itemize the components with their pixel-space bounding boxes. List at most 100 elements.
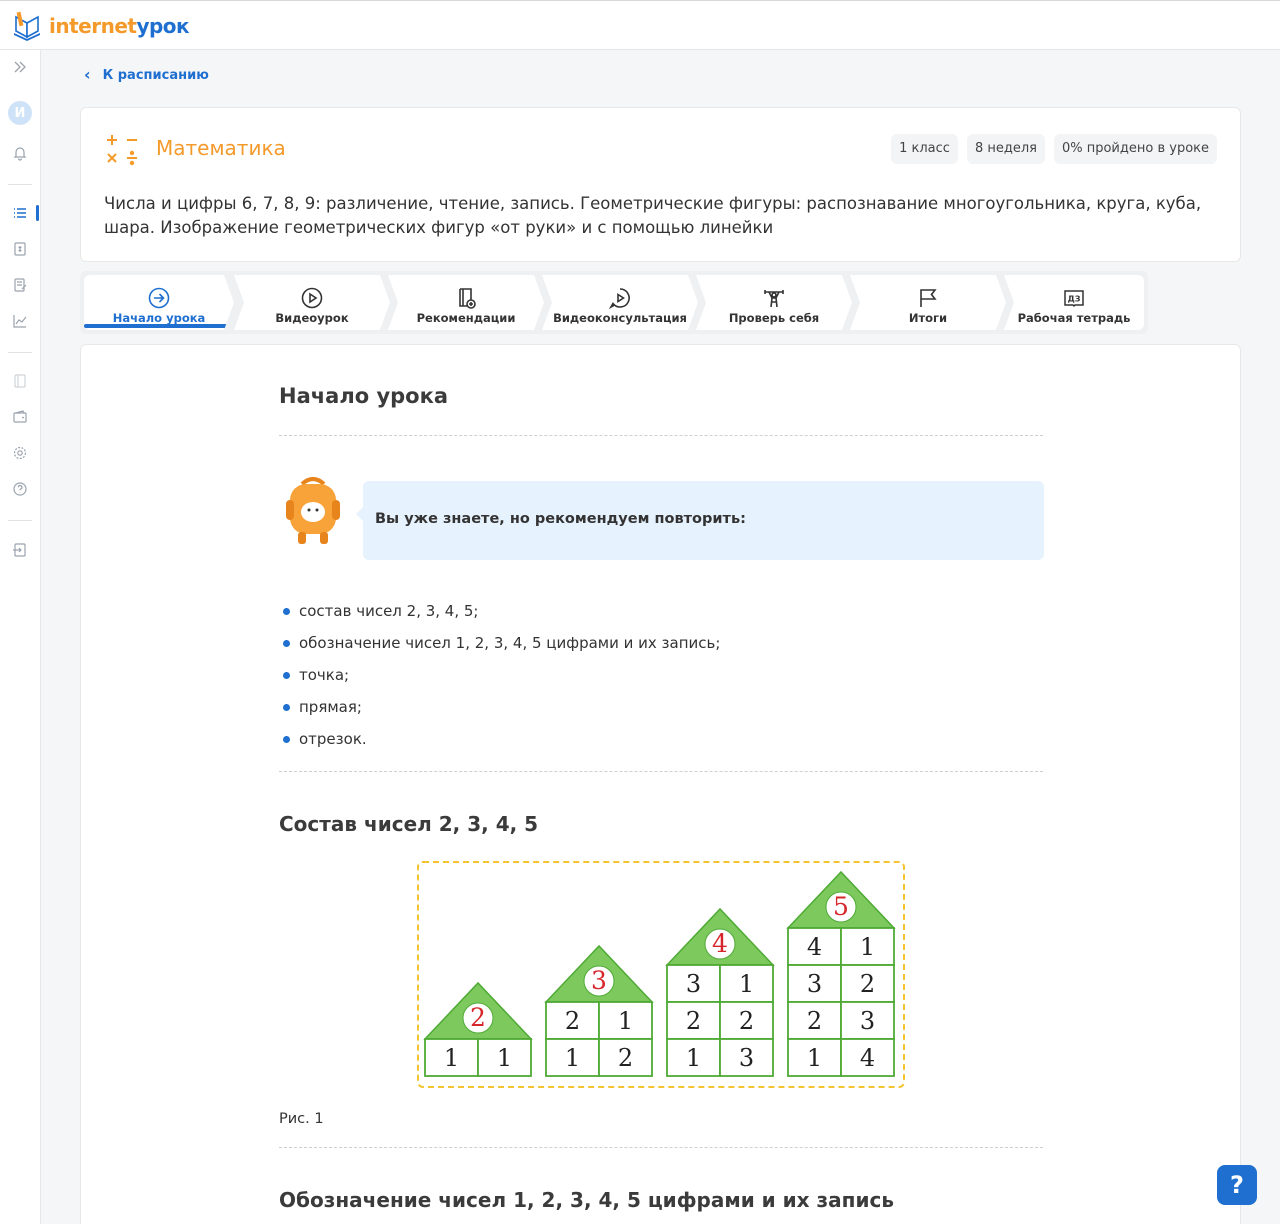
avatar[interactable]: И <box>8 101 32 125</box>
review-list: состав чисел 2, 3, 4, 5; обозначение чис… <box>281 603 720 763</box>
house-cell-number: 3 <box>860 1007 875 1035</box>
tab-label: Проверь себя <box>728 311 820 325</box>
help-circle-icon[interactable] <box>11 480 29 498</box>
house-cell-number: 2 <box>739 1007 754 1035</box>
lesson-chips: 1 класс 8 неделя 0% пройдено в уроке <box>891 134 1217 164</box>
house-cell-number: 1 <box>807 1044 822 1072</box>
house-cell-number: 2 <box>807 1007 822 1035</box>
house-cell-number: 1 <box>497 1044 512 1072</box>
svg-text:ДЗ: ДЗ <box>1068 295 1081 304</box>
tab-label: Начало урока <box>112 311 206 325</box>
roof-number: 3 <box>591 966 607 995</box>
help-button[interactable]: ? <box>1217 1165 1257 1205</box>
week-chip: 8 неделя <box>966 134 1045 164</box>
house-cell-number: 1 <box>739 970 754 998</box>
lesson-tabs: Начало урока Видеоурок Рекомендации Виде… <box>80 271 1148 334</box>
recommendation-text: Вы уже знаете, но рекомендуем повторить: <box>375 511 746 527</box>
tab-self-check[interactable]: Проверь себя <box>696 275 852 330</box>
progress-chart-icon[interactable] <box>11 312 29 330</box>
dz-book-icon: ДЗ <box>1064 290 1084 308</box>
house-cell-number: 3 <box>686 970 701 998</box>
settings-gear-icon[interactable] <box>11 444 29 462</box>
section-heading: Состав чисел 2, 3, 4, 5 <box>279 812 539 836</box>
house-cell-number: 2 <box>860 970 875 998</box>
lesson-description: Числа и цифры 6, 7, 8, 9: различение, чт… <box>104 194 1202 237</box>
math-operations-icon <box>107 135 137 166</box>
sidebar-divider <box>8 520 32 521</box>
backpack-mascot-icon <box>286 477 340 544</box>
house-cell-number: 3 <box>807 970 822 998</box>
back-to-schedule-link[interactable]: ‹ К расписанию <box>84 67 209 83</box>
recommendation-bubble: Вы уже знаете, но рекомендуем повторить: <box>356 481 1044 560</box>
logo[interactable]: internetурок <box>11 11 190 41</box>
house-cell-number: 4 <box>860 1044 875 1072</box>
house-cell-number: 1 <box>686 1044 701 1072</box>
list-item: точка; <box>281 667 720 699</box>
house-cell-number: 2 <box>565 1007 580 1035</box>
chevron-left-icon: ‹ <box>84 65 91 84</box>
flag-icon <box>920 289 937 307</box>
logo-text-part2: урок <box>136 14 190 38</box>
house-cell-number: 3 <box>739 1044 754 1072</box>
tab-label: Итоги <box>908 311 948 325</box>
tab-label: Рекомендации <box>416 311 516 325</box>
house-cell-number: 1 <box>565 1044 580 1072</box>
lesson-content: Начало урока Вы уже знаете, но рекоменду… <box>80 344 1241 1224</box>
section-heading: Обозначение чисел 1, 2, 3, 4, 5 цифрами … <box>279 1188 894 1212</box>
homework-icon[interactable] <box>11 276 29 294</box>
logout-icon[interactable] <box>11 541 29 559</box>
tab-workbook[interactable]: ДЗ Рабочая тетрадь <box>1004 275 1144 330</box>
number-houses-figure: 211321124312213541322314 <box>417 861 905 1088</box>
weightlifter-icon <box>764 290 784 308</box>
tab-label: Рабочая тетрадь <box>1017 311 1131 325</box>
sidebar-divider <box>8 184 32 185</box>
top-bar: internetурок <box>0 0 1280 50</box>
divider <box>279 771 1043 772</box>
logo-text-part1: internet <box>49 14 137 38</box>
tab-recommendations[interactable]: Рекомендации <box>388 275 544 330</box>
house-cell-number: 2 <box>686 1007 701 1035</box>
progress-chip: 0% пройдено в уроке <box>1053 134 1217 164</box>
house-cell-number: 1 <box>860 933 875 961</box>
sidebar-active-indicator <box>36 205 39 221</box>
figure-caption: Рис. 1 <box>279 1111 324 1127</box>
sidebar: И <box>0 50 41 1224</box>
tab-label: Видеоурок <box>275 311 349 325</box>
roof-number: 4 <box>712 929 728 958</box>
house-cell-number: 1 <box>618 1007 633 1035</box>
logo-icon <box>14 11 40 41</box>
arrow-circle-icon <box>148 287 170 309</box>
chat-play-icon <box>608 288 630 310</box>
number-houses-drawing: 21 132 11 243 12 21 354 13 22 31 4 <box>423 870 896 1077</box>
house-cell-number: 2 <box>618 1044 633 1072</box>
logo-text: internetурок <box>49 14 190 38</box>
house-cell-number: 1 <box>444 1044 459 1072</box>
play-circle-icon <box>301 287 323 309</box>
expand-sidebar-icon[interactable] <box>11 58 29 76</box>
back-link-label: К расписанию <box>102 67 209 83</box>
tab-video-lesson[interactable]: Видеоурок <box>234 275 390 330</box>
bell-icon[interactable] <box>11 144 29 162</box>
section-title: Начало урока <box>279 384 449 408</box>
list-item: отрезок. <box>281 731 720 763</box>
roof-number: 5 <box>833 892 849 921</box>
subject-card: Математика 1 класс 8 неделя 0% пройдено … <box>80 107 1241 262</box>
book-plus-icon <box>459 288 476 309</box>
divider <box>279 1147 1043 1148</box>
tab-video-consultation[interactable]: Видеоконсультация <box>542 275 698 330</box>
list-item: прямая; <box>281 699 720 731</box>
schedule-list-icon[interactable] <box>11 204 29 222</box>
sidebar-divider <box>8 352 32 353</box>
tab-lesson-start[interactable]: Начало урока <box>84 275 234 330</box>
list-item: обозначение чисел 1, 2, 3, 4, 5 цифрами … <box>281 635 720 667</box>
library-icon <box>11 372 29 390</box>
roof-number: 2 <box>470 1003 486 1032</box>
tab-results[interactable]: Итоги <box>850 275 1006 330</box>
house-cell-number: 4 <box>807 933 822 961</box>
subject-name: Математика <box>156 136 286 160</box>
list-item: состав чисел 2, 3, 4, 5; <box>281 603 720 635</box>
wallet-icon[interactable] <box>11 408 29 426</box>
payments-icon[interactable] <box>11 240 29 258</box>
grade-chip: 1 класс <box>891 134 958 164</box>
tab-label: Видеоконсультация <box>553 311 687 325</box>
